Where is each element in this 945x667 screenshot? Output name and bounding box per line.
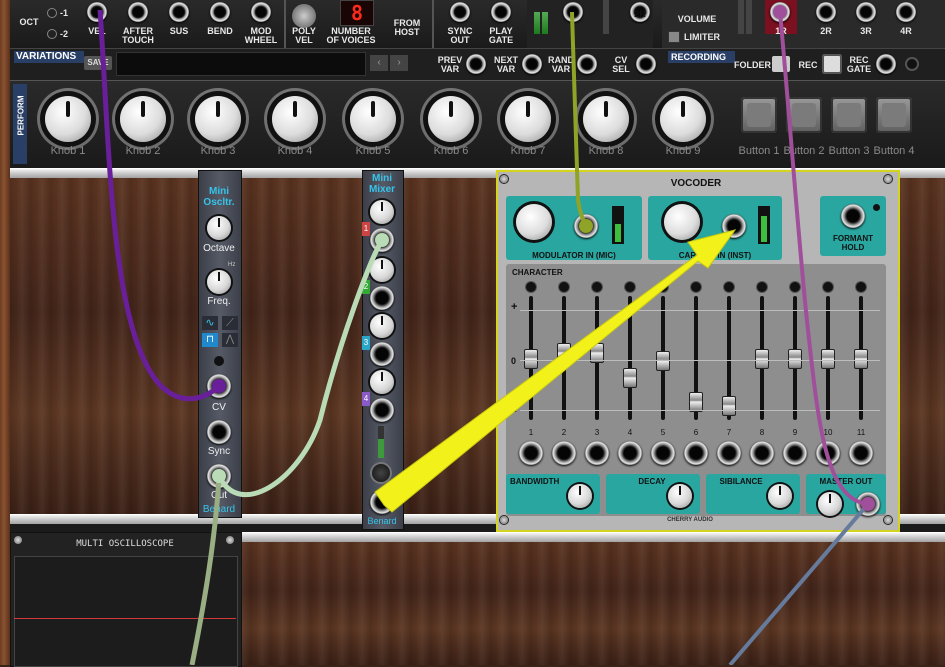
patch-cables-layer [97,5,875,665]
pink-cable [778,11,869,506]
blue-cable [728,502,870,665]
cable-plug [375,233,389,247]
cable-plug [579,219,593,233]
cable-plug [212,379,226,393]
cable-plug [861,497,875,511]
mint-cable [216,238,385,498]
cable-plug [773,5,787,19]
cable-plug [212,469,226,483]
green-cable [189,477,222,665]
instruction-arrow [374,229,737,513]
olive-cable [570,11,588,227]
purple-cable [97,9,221,402]
